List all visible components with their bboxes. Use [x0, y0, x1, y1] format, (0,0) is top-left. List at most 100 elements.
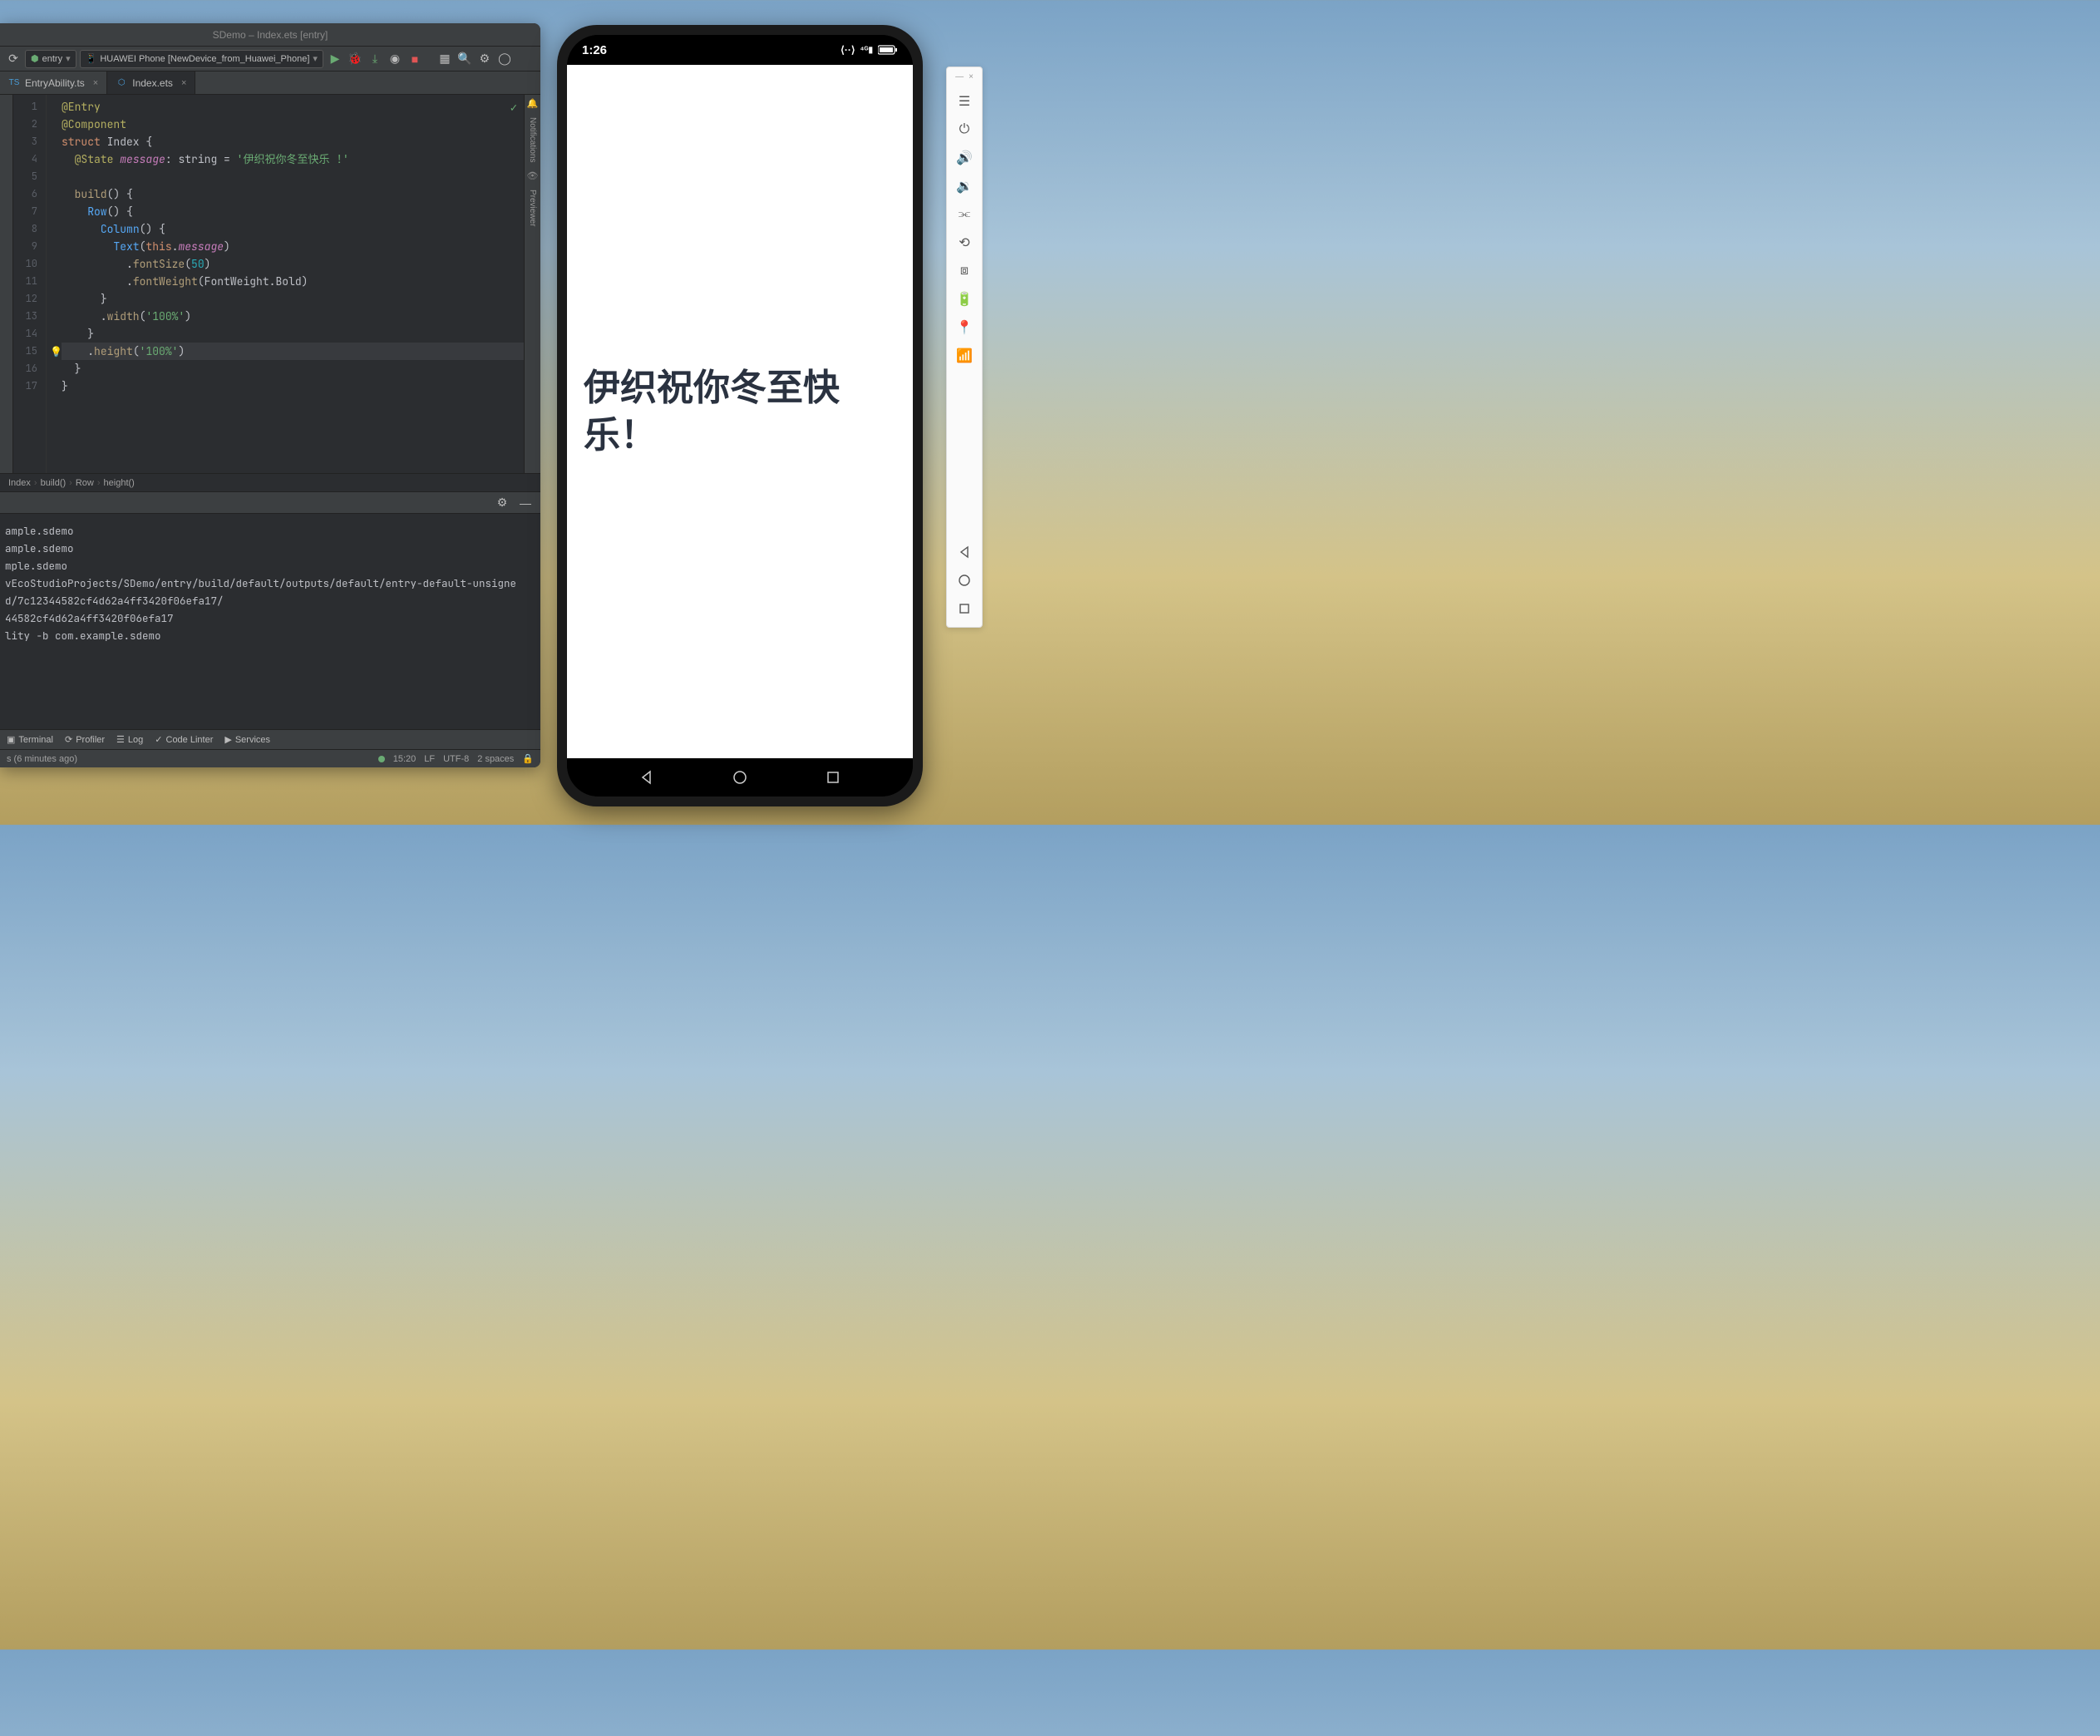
profiler-icon: ⟳ — [65, 734, 72, 745]
services-tool[interactable]: ▶ Services — [224, 734, 270, 745]
line-number: 4 — [13, 150, 46, 168]
ide-window: SDemo – Index.ets [entry] ⟳ ⬢ entry ▾ 📱 … — [0, 23, 540, 767]
chevron-right-icon: › — [97, 478, 101, 488]
code-line: .fontSize(50) — [62, 255, 524, 273]
line-number: 5 — [13, 168, 46, 185]
back-button[interactable] — [639, 770, 654, 785]
phone-statusbar: 1:26 ⟨··⟩ ⁴ᴳ▮ — [567, 35, 913, 65]
location-icon[interactable]: 📍 — [951, 314, 978, 341]
crumb[interactable]: height() — [104, 478, 135, 488]
recent-button[interactable] — [826, 770, 840, 785]
run-icon[interactable]: ▶ — [327, 51, 343, 67]
indent[interactable]: 2 spaces — [477, 754, 514, 764]
profiler-tool[interactable]: ⟳ Profiler — [65, 734, 105, 745]
notifications-bell-icon[interactable]: 🔔 — [527, 98, 539, 109]
line-number: 15 — [13, 343, 46, 360]
line-number: 14 — [13, 325, 46, 343]
ts-file-icon: TS — [8, 77, 20, 89]
volume-up-icon[interactable]: 🔊 — [951, 145, 978, 171]
code-line: @Entry — [62, 98, 524, 116]
wifi-icon[interactable]: 📶 — [951, 343, 978, 369]
editor-tabs: TS EntryAbility.ts × ⬡ Index.ets × — [0, 72, 540, 95]
settings-icon[interactable]: ⚙ — [476, 51, 493, 67]
code-line: 💡 .height('100%') — [62, 343, 524, 360]
debug-icon[interactable]: 🐞 — [347, 51, 363, 67]
run-config-label: entry — [42, 54, 62, 64]
window-title: SDemo – Index.ets [entry] — [213, 29, 328, 41]
gear-icon[interactable]: ⚙ — [494, 495, 510, 511]
console-toolbar: ⚙ — — [0, 491, 540, 513]
cursor-position[interactable]: 15:20 — [393, 754, 417, 764]
previewer-icon: 👁 — [527, 170, 539, 181]
code-line: struct Index { — [62, 133, 524, 150]
tab-label: Index.ets — [132, 77, 173, 89]
line-number: 3 — [13, 133, 46, 150]
crumb[interactable]: build() — [41, 478, 67, 488]
volume-down-icon[interactable]: 🔉 — [951, 173, 978, 200]
line-number: 10 — [13, 255, 46, 273]
close-icon[interactable]: × — [93, 78, 98, 88]
crumb[interactable]: Index — [8, 478, 31, 488]
notifications-tab[interactable]: Notifications — [527, 114, 538, 165]
previewer-tab[interactable]: Previewer — [527, 186, 538, 229]
home-button[interactable] — [732, 770, 747, 785]
nav-back-icon[interactable] — [951, 539, 978, 565]
attach-icon[interactable]: ⤓ — [367, 51, 383, 67]
menu-icon[interactable]: ☰ — [951, 88, 978, 115]
code-line: } — [62, 290, 524, 308]
log-tool[interactable]: ☰ Log — [116, 734, 143, 745]
tab-index-ets[interactable]: ⬡ Index.ets × — [107, 72, 195, 94]
sync-icon[interactable]: ⟳ — [5, 51, 22, 67]
close-icon[interactable]: × — [969, 72, 974, 81]
rotate-icon[interactable]: ⟲ — [951, 229, 978, 256]
statusbar: s (6 minutes ago) 15:20 LF UTF-8 2 space… — [0, 749, 540, 767]
app-text: 伊织祝你冬至快乐！ — [584, 364, 896, 459]
minimize-icon[interactable]: — — [955, 72, 964, 81]
search-icon[interactable]: 🔍 — [456, 51, 473, 67]
terminal-icon: ▣ — [7, 734, 15, 745]
code-area[interactable]: ✓ @Entry@Componentstruct Index { @State … — [47, 95, 524, 473]
close-icon[interactable]: × — [181, 78, 186, 88]
vcs-status: s (6 minutes ago) — [7, 754, 77, 764]
screenshot-icon[interactable]: ⧈ — [951, 258, 978, 284]
device-dropdown[interactable]: 📱 HUAWEI Phone [NewDevice_from_Huawei_Ph… — [80, 50, 323, 68]
battery-icon[interactable]: 🔋 — [951, 286, 978, 313]
battery-icon — [878, 45, 898, 55]
console-line: ample.sdemo — [5, 522, 535, 540]
console-line: mple.sdemo — [5, 557, 535, 575]
line-number: 6 — [13, 185, 46, 203]
line-number: 11 — [13, 273, 46, 290]
codelinter-tool[interactable]: ✓ Code Linter — [155, 734, 213, 745]
left-gutter — [0, 95, 13, 473]
device-label: HUAWEI Phone [NewDevice_from_Huawei_Phon… — [100, 54, 309, 64]
bottom-tool-bar: ▣ Terminal ⟳ Profiler ☰ Log ✓ Code Linte… — [0, 729, 540, 749]
code-line: } — [62, 325, 524, 343]
code-line — [62, 168, 524, 185]
stop-icon[interactable]: ■ — [407, 51, 423, 67]
account-icon[interactable]: ◯ — [496, 51, 513, 67]
app-content: 伊织祝你冬至快乐！ — [567, 65, 913, 758]
emulator-screen[interactable]: 1:26 ⟨··⟩ ⁴ᴳ▮ 伊织祝你冬至快乐！ — [567, 35, 913, 796]
encoding[interactable]: UTF-8 — [443, 754, 469, 764]
minimize-icon[interactable]: — — [517, 495, 534, 511]
nav-recent-icon[interactable] — [951, 595, 978, 622]
nav-home-icon[interactable] — [951, 567, 978, 594]
tab-entryability[interactable]: TS EntryAbility.ts × — [0, 72, 107, 94]
code-line: Row() { — [62, 203, 524, 220]
code-line: } — [62, 360, 524, 377]
line-ending[interactable]: LF — [424, 754, 435, 764]
structure-icon[interactable]: ▦ — [436, 51, 453, 67]
lightbulb-icon[interactable]: 💡 — [50, 343, 62, 361]
code-line: @Component — [62, 116, 524, 133]
console-output[interactable]: ample.sdemoample.sdemomple.sdemovEcoStud… — [0, 513, 540, 729]
line-number: 2 — [13, 116, 46, 133]
crumb[interactable]: Row — [76, 478, 94, 488]
signal-icon: ⁴ᴳ▮ — [860, 46, 873, 55]
lock-icon[interactable]: 🔒 — [522, 753, 534, 764]
run-config-dropdown[interactable]: ⬢ entry ▾ — [25, 50, 76, 68]
shake-icon[interactable]: ⫘ — [951, 201, 978, 228]
profile-icon[interactable]: ◉ — [387, 51, 403, 67]
terminal-tool[interactable]: ▣ Terminal — [7, 734, 53, 745]
console-line: d/7c12344582cf4d62a4ff3420f06efa17/ — [5, 592, 535, 609]
power-icon[interactable]: ⏻ — [951, 116, 978, 143]
